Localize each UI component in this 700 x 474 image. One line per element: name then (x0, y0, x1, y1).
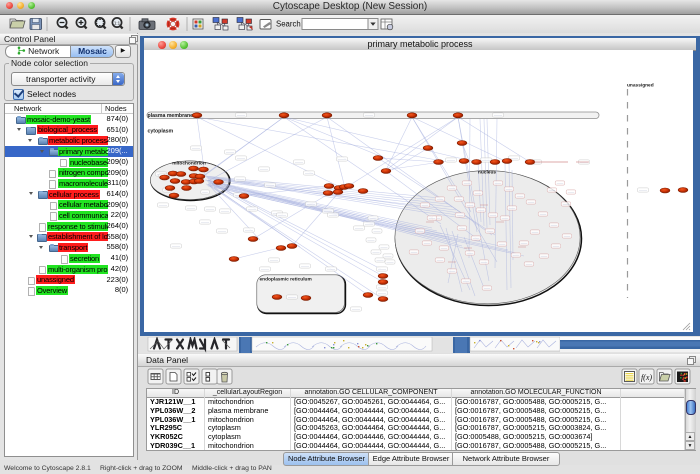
svg-text:endoplasmic reticulum: endoplasmic reticulum (260, 277, 312, 283)
svg-text:1:1: 1:1 (114, 21, 121, 26)
svg-text:nucleus: nucleus (478, 169, 496, 175)
svg-text:f(x): f(x) (641, 373, 652, 382)
svg-text:unassigned: unassigned (627, 83, 654, 89)
svg-text:plasma membrane: plasma membrane (148, 113, 194, 119)
svg-text:mitochondrion: mitochondrion (172, 160, 206, 166)
svg-text:cytoplasm: cytoplasm (148, 129, 174, 135)
svg-text:Search:: Search: (276, 20, 303, 29)
